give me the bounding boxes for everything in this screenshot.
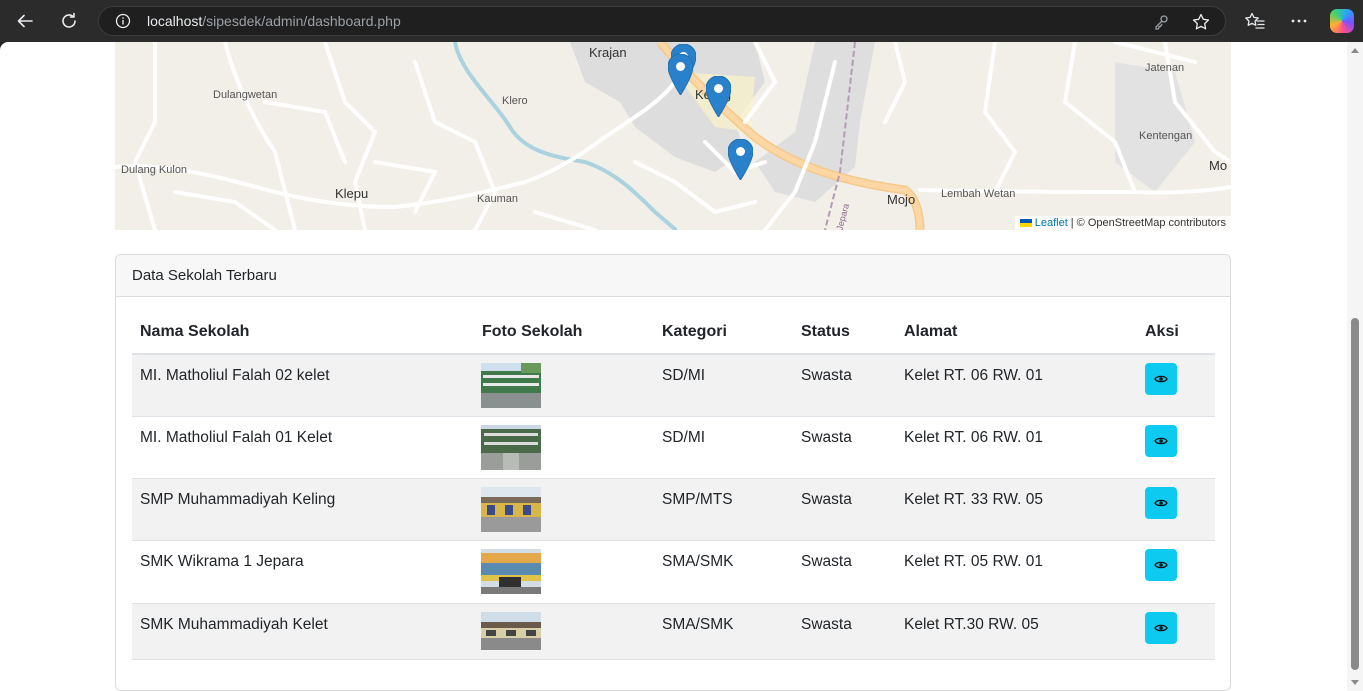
eye-icon <box>1154 561 1168 569</box>
school-map[interactable]: Krajan Dulangwetan Klero Keling Jatenan … <box>115 42 1231 230</box>
ukraine-flag-icon <box>1019 219 1032 227</box>
cell-kategori: SMA/SMK <box>662 553 734 570</box>
cell-status: Swasta <box>801 553 852 570</box>
map-label-lembah-wetan: Lembah Wetan <box>941 188 1016 200</box>
cell-alamat: Kelet RT. 05 RW. 01 <box>904 553 1044 570</box>
view-button[interactable] <box>1145 549 1177 581</box>
cell-status: Swasta <box>801 367 852 384</box>
cell-kategori: SMP/MTS <box>662 491 733 508</box>
column-header-alamat: Alamat <box>904 323 958 340</box>
table-row: MI. Matholiul Falah 01 Kelet SD/MI Swast… <box>132 417 1215 479</box>
map-marker[interactable] <box>668 54 693 95</box>
scrollbar-thumb[interactable] <box>1351 318 1359 670</box>
table-row: MI. Matholiul Falah 02 kelet SD/MI Swast… <box>132 355 1215 417</box>
map-label-krajan: Krajan <box>589 45 627 60</box>
cell-status: Swasta <box>801 491 852 508</box>
back-button[interactable] <box>10 6 40 36</box>
cell-kategori: SMA/SMK <box>662 616 734 633</box>
key-icon[interactable] <box>1151 12 1171 32</box>
info-icon[interactable] <box>115 13 131 29</box>
cell-alamat: Kelet RT. 06 RW. 01 <box>904 429 1044 446</box>
map-marker[interactable] <box>728 139 753 180</box>
cell-kategori: SD/MI <box>662 429 706 446</box>
cell-alamat: Kelet RT.30 RW. 05 <box>904 616 1039 633</box>
table-row: SMK Muhammadiyah Kelet SMA/SMK Swasta Ke… <box>132 604 1215 660</box>
school-photo[interactable] <box>481 425 541 470</box>
card-title: Data Sekolah Terbaru <box>116 255 1230 297</box>
map-label-dulangwetan: Dulangwetan <box>213 89 278 101</box>
cell-status: Swasta <box>801 616 852 633</box>
osm-attribution[interactable]: © OpenStreetMap contributors <box>1077 217 1226 229</box>
scroll-down-arrow-icon[interactable] <box>1351 680 1359 685</box>
browser-toolbar: localhost/sipesdek/admin/dashboard.php <box>0 0 1363 42</box>
map-label-jatenan: Jatenan <box>1145 62 1185 74</box>
map-label-klero: Klero <box>502 95 528 107</box>
map-label-mo: Mo <box>1209 158 1228 173</box>
table-row: SMK Wikrama 1 Jepara SMA/SMK Swasta Kele… <box>132 541 1215 604</box>
star-icon[interactable] <box>1191 12 1211 32</box>
cell-alamat: Kelet RT. 06 RW. 01 <box>904 367 1044 384</box>
column-header-status: Status <box>801 323 850 340</box>
school-photo[interactable] <box>481 487 541 532</box>
cell-nama: SMP Muhammadiyah Keling <box>140 491 336 508</box>
column-header-nama: Nama Sekolah <box>140 323 250 340</box>
cell-nama: SMK Muhammadiyah Kelet <box>140 616 328 633</box>
reload-icon <box>62 12 76 28</box>
more-icon[interactable] <box>1288 10 1310 32</box>
latest-schools-card: Data Sekolah Terbaru Nama Sekolah Foto S… <box>115 254 1231 691</box>
eye-icon <box>1154 375 1168 383</box>
attribution-separator: | <box>1070 217 1074 229</box>
map-label-dulang-kulon: Dulang Kulon <box>121 164 188 176</box>
school-photo[interactable] <box>481 549 541 594</box>
cell-alamat: Kelet RT. 33 RW. 05 <box>904 491 1044 508</box>
cell-status: Swasta <box>801 429 852 446</box>
map-label-klepu: Klepu <box>335 186 369 201</box>
map-label-kauman: Kauman <box>477 193 518 205</box>
map-marker[interactable] <box>706 76 731 117</box>
arrow-left-icon <box>17 14 33 28</box>
copilot-icon[interactable] <box>1330 9 1354 33</box>
column-header-foto: Foto Sekolah <box>482 323 583 340</box>
view-button[interactable] <box>1145 363 1177 395</box>
url-text: localhost/sipesdek/admin/dashboard.php <box>147 13 401 29</box>
cell-nama: MI. Matholiul Falah 01 Kelet <box>140 429 333 446</box>
eye-icon <box>1154 499 1168 507</box>
cell-nama: MI. Matholiul Falah 02 kelet <box>140 367 330 384</box>
view-button[interactable] <box>1145 425 1177 457</box>
url-host: localhost <box>147 13 203 29</box>
school-photo[interactable] <box>481 612 541 650</box>
map-label-kentengan: Kentengan <box>1139 130 1193 142</box>
table-row: SMP Muhammadiyah Keling SMP/MTS Swasta K… <box>132 479 1215 541</box>
view-button[interactable] <box>1145 612 1177 644</box>
column-header-aksi: Aksi <box>1145 323 1179 340</box>
cell-nama: SMK Wikrama 1 Jepara <box>140 553 304 570</box>
vertical-scrollbar[interactable] <box>1347 42 1363 691</box>
scroll-up-arrow-icon[interactable] <box>1351 48 1359 53</box>
map-attribution: Leaflet | © OpenStreetMap contributors <box>1014 216 1231 230</box>
reload-button[interactable] <box>54 6 84 36</box>
column-header-kategori: Kategori <box>662 323 727 340</box>
school-photo[interactable] <box>481 363 541 408</box>
favorites-icon[interactable] <box>1244 10 1266 32</box>
map-label-mojo: Mojo <box>887 192 916 207</box>
view-button[interactable] <box>1145 487 1177 519</box>
url-path: /sipesdek/admin/dashboard.php <box>202 13 401 29</box>
eye-icon <box>1154 624 1168 632</box>
eye-icon <box>1154 437 1168 445</box>
page-viewport: Krajan Dulangwetan Klero Keling Jatenan … <box>0 42 1363 691</box>
cell-kategori: SD/MI <box>662 367 706 384</box>
leaflet-link[interactable]: Leaflet <box>1035 217 1068 229</box>
address-bar[interactable]: localhost/sipesdek/admin/dashboard.php <box>98 6 1226 36</box>
